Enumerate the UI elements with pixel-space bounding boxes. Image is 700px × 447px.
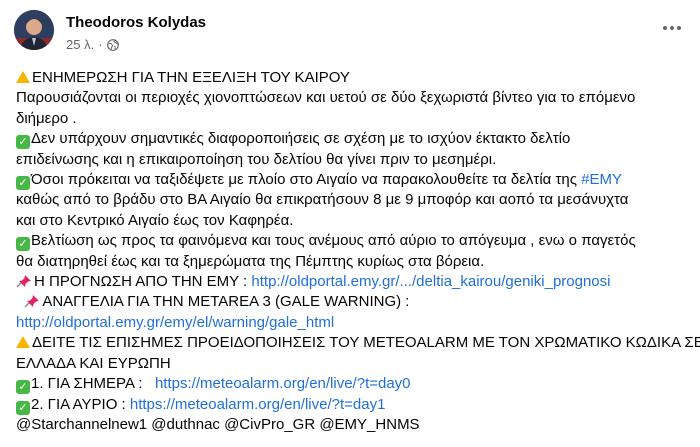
check-mark-icon: ✓ [16,176,30,191]
text-line: Παρουσιάζονται οι περιοχές χιονοπτώσεων … [16,89,636,107]
text-line: ✓ 1. ΓΙΑ ΣΗΜΕΡΑ : https://meteoalarm.org/… [16,374,688,395]
text-line: ✓ Όσοι πρόκειται να ταξιδέψετε με πλοίο σ… [16,170,688,191]
text-line: διήμερο . [16,109,77,127]
avatar-image [14,10,54,50]
pushpin-icon [16,275,31,288]
text-line: Η ΠΡΟΓΝΩΣΗ ΑΠΟ ΤΗΝ ΕΜΥ : http://oldporta… [16,272,688,292]
warning-icon [16,336,30,349]
post-body: ΕΝΗΜΕΡΩΣΗ ΓΙΑ ΤΗΝ ΕΞΕΛΙΞΗ ΤΟΥ ΚΑΙΡΟΥ Παρ… [16,68,700,435]
check-mark-icon: ✓ [16,400,30,415]
check-mark-icon: ✓ [16,135,30,150]
check-mark-icon: ✓ [16,237,30,252]
text-line: ΑΝΑΓΓΕΛΙΑ ΓΙΑ ΤΗΝ ΜΕTAREA 3 (GALE WARNIN… [16,292,688,312]
author-avatar[interactable] [14,10,54,50]
text-line: ✓ Δεν υπάρχουν σημαντικές διαφοροποιήσεις… [16,129,688,150]
text-line: ✓ 2. ΓΙΑ ΑΥΡΙΟ : https://meteoalarm.org/e… [16,395,688,415]
mentions-line[interactable]: @Starchannelnew1 @duthnac @CivPro_GR @EM… [16,415,688,435]
globe-icon[interactable] [106,38,119,51]
facebook-post: Theodoros Kolydas 25 λ. · ΕΝΗΜΕΡΩΣΗ ΓΙΑ … [0,0,700,447]
post-header: Theodoros Kolydas 25 λ. · [14,8,686,56]
text-line: θα διατηρηθεί έως και τα ξημερώματα της … [16,252,485,270]
text-line: ΔΕΙΤΕ ΤΙΣ ΕΠΙΣΗΜΕΣ ΠΡΟΕΙΔΟΠΟΙΗΣΕΙΣ ΤΟΥ M… [16,333,700,353]
text-line: ΕΛΛΑΔΑ ΚΑΙ ΕΥΡΩΠΗ [16,354,171,372]
meteoalarm-tomorrow-link[interactable]: https://meteoalarm.org/en/live/?t=day1 [130,396,386,413]
check-mark-icon: ✓ [16,380,30,395]
warning-icon [16,71,30,84]
text-line: ✓ Βελτίωση ως προς τα φαινόμενα και τους … [16,231,688,252]
text-line: ΕΝΗΜΕΡΩΣΗ ΓΙΑ ΤΗΝ ΕΞΕΛΙΞΗ ΤΟΥ ΚΑΙΡΟΥ [16,68,688,88]
forecast-link[interactable]: http://oldportal.emy.gr/.../deltia_kairo… [251,273,610,290]
author-name[interactable]: Theodoros Kolydas [66,14,206,31]
more-options-icon[interactable] [658,18,686,38]
post-meta: 25 λ. · [66,37,119,52]
text-line: επιδείνωσης και η επικαιροποίηση του δελ… [16,150,497,168]
pushpin-icon [24,295,40,308]
hashtag-link[interactable]: #ΕΜΥ [581,171,622,188]
meteoalarm-today-link[interactable]: https://meteoalarm.org/en/live/?t=day0 [155,375,411,392]
post-time[interactable]: 25 λ. [66,37,94,52]
text-line: και στο Κεντρικό Αιγαίο έως τον Καφηρέα. [16,211,294,229]
text-line: καθώς από το βράδυ στο ΒΑ Αιγαίο θα επικ… [16,191,629,209]
gale-warning-link[interactable]: http://oldportal.emy.gr/emy/el/warning/g… [16,314,334,331]
text-line: http://oldportal.emy.gr/emy/el/warning/g… [16,313,688,333]
